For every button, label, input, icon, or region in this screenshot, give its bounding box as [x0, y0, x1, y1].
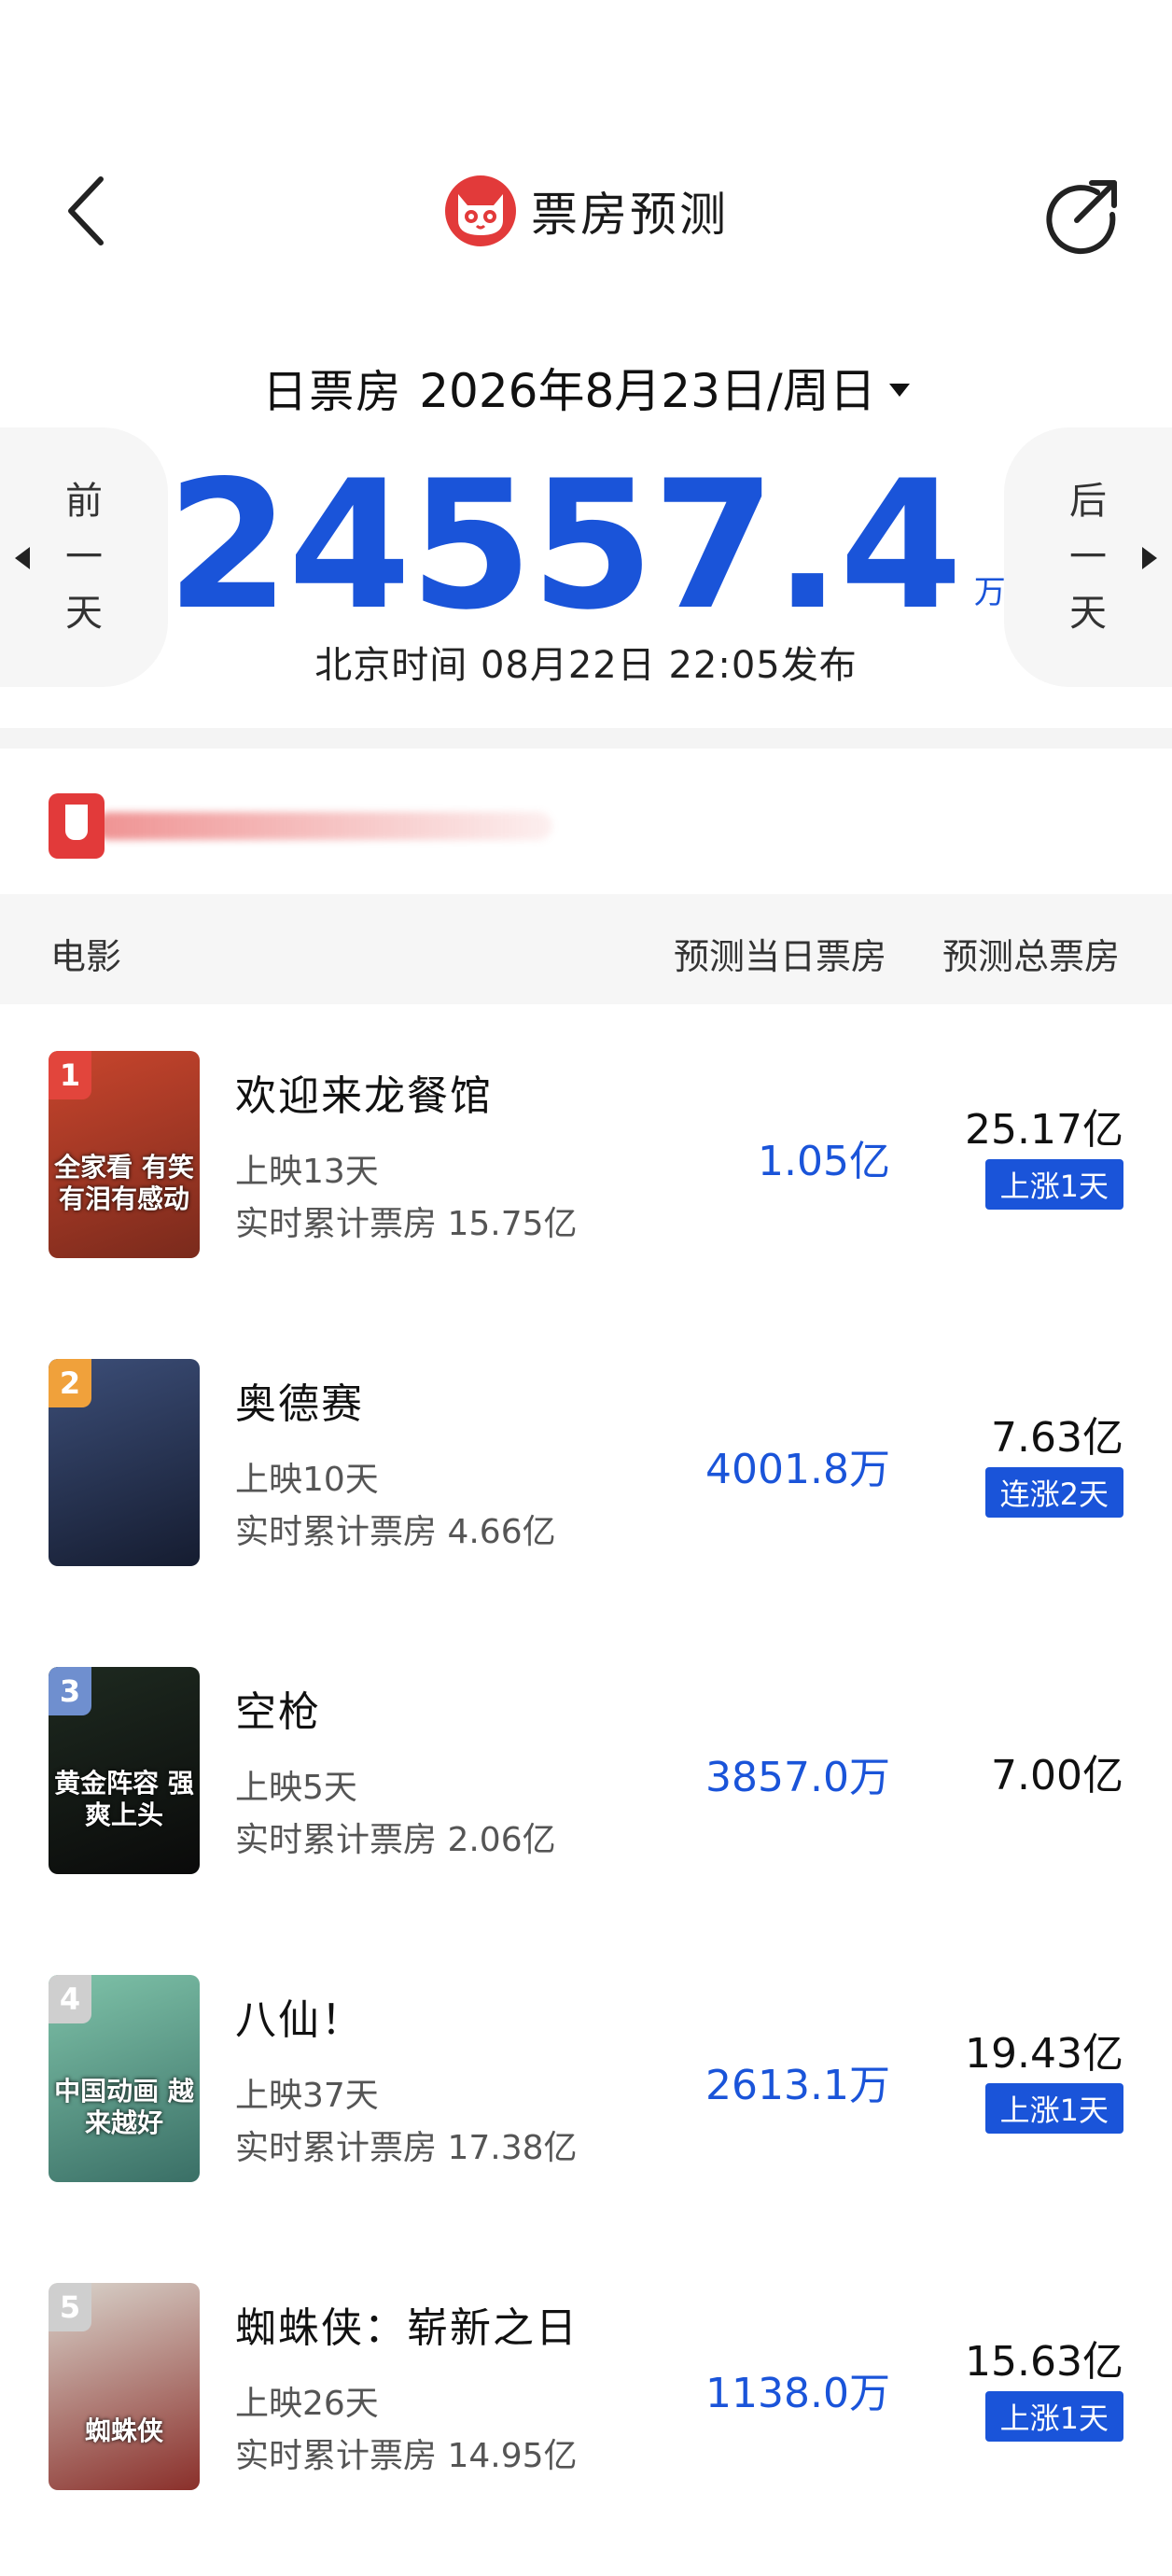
- column-header-day-forecast: 预测当日票房: [674, 936, 887, 977]
- daily-box-office-value: 24557.4: [166, 442, 962, 649]
- movie-title: 空枪: [235, 1688, 321, 1736]
- cumulative-box-office: 实时累计票房 15.75亿: [235, 1205, 578, 1243]
- movie-title: 欢迎来龙餐馆: [235, 1072, 493, 1120]
- total-forecast: 7.63亿 连涨2天: [984, 1404, 1123, 1518]
- movie-row[interactable]: 1 全家看 有笑有泪有感动 欢迎来龙餐馆 上映13天 实时累计票房 15.75亿…: [0, 1004, 1172, 1312]
- poster-caption: 中国动画 越来越好: [54, 2076, 194, 2138]
- days-in-release: 上映37天: [235, 2077, 379, 2115]
- rank-badge: 4: [49, 1975, 91, 2023]
- loading-indicator: [49, 793, 552, 859]
- daily-box-office-summary: 24557.4 万: [0, 448, 1172, 635]
- poster-caption: 蜘蛛侠: [84, 2415, 163, 2446]
- movie-row[interactable]: 5 蜘蛛侠 蜘蛛侠：崭新之日 上映26天 实时累计票房 14.95亿 1138.…: [0, 2236, 1172, 2544]
- section-divider: [0, 728, 1172, 749]
- day-forecast-value: 2613.1万: [705, 2062, 890, 2109]
- movie-title: 蜘蛛侠：崭新之日: [235, 2304, 579, 2352]
- days-in-release: 上映26天: [235, 2385, 379, 2423]
- page-title-group: 票房预测: [0, 172, 1172, 250]
- day-forecast-value: 3857.0万: [705, 1754, 890, 1801]
- trend-badge: 连涨2天: [984, 1467, 1123, 1518]
- share-button[interactable]: [1039, 174, 1123, 258]
- day-forecast-value: 1138.0万: [705, 2370, 890, 2417]
- rank-badge: 3: [49, 1667, 91, 1715]
- trend-badge: 上涨1天: [984, 2083, 1123, 2134]
- cumulative-box-office: 实时累计票房 17.38亿: [235, 2129, 578, 2167]
- daily-box-office-unit: 万: [973, 574, 1006, 611]
- page-title: 票房预测: [531, 188, 729, 242]
- total-forecast: 25.17亿 上涨1天: [965, 1096, 1123, 1210]
- column-header-total-forecast: 预测总票房: [942, 936, 1121, 977]
- maoyan-logo-icon: [445, 175, 516, 246]
- movie-poster: 2: [49, 1359, 200, 1566]
- movie-title: 八仙！: [235, 1996, 364, 2044]
- total-forecast-value: 7.00亿: [991, 1752, 1123, 1799]
- release-note: 北京时间 08月22日 22:05发布: [314, 644, 858, 687]
- movie-poster: 3 黄金阵容 强爽上头: [49, 1667, 200, 1874]
- rank-badge: 5: [49, 2283, 91, 2331]
- cumulative-box-office: 实时累计票房 2.06亿: [235, 1821, 556, 1859]
- loading-icon: [49, 793, 105, 859]
- cumulative-box-office: 实时累计票房 14.95亿: [235, 2437, 578, 2475]
- total-forecast: 19.43亿 上涨1天: [965, 2020, 1123, 2134]
- movie-row[interactable]: 2 奥德赛 上映10天 实时累计票房 4.66亿 4001.8万 7.63亿 连…: [0, 1312, 1172, 1620]
- poster-caption: 黄金阵容 强爽上头: [54, 1768, 194, 1830]
- poster-caption: 全家看 有笑有泪有感动: [54, 1152, 194, 1214]
- movie-poster: 4 中国动画 越来越好: [49, 1975, 200, 2182]
- rank-badge: 1: [49, 1051, 91, 1099]
- cumulative-box-office: 实时累计票房 4.66亿: [235, 1513, 556, 1551]
- total-forecast: 7.00亿: [991, 1742, 1123, 1801]
- share-arrow-icon: [1046, 180, 1117, 255]
- movie-row[interactable]: 4 中国动画 越来越好 八仙！ 上映37天 实时累计票房 17.38亿 2613…: [0, 1928, 1172, 2236]
- movie-poster: 5 蜘蛛侠: [49, 2283, 200, 2490]
- day-forecast-value: 4001.8万: [705, 1446, 890, 1493]
- top-nav-bar: 票房预测: [0, 149, 1172, 271]
- total-forecast: 15.63亿 上涨1天: [965, 2328, 1123, 2442]
- caret-down-icon: [888, 384, 910, 397]
- trend-badge: 上涨1天: [984, 1159, 1123, 1210]
- date-label: 日票房: [262, 366, 403, 418]
- movie-row[interactable]: 3 黄金阵容 强爽上头 空枪 上映5天 实时累计票房 2.06亿 3857.0万…: [0, 1620, 1172, 1928]
- column-header-movie: 电影: [50, 936, 122, 977]
- movie-poster: 1 全家看 有笑有泪有感动: [49, 1051, 200, 1258]
- date-value: 2026年8月23日/周日: [419, 364, 876, 418]
- total-forecast-value: 7.63亿: [991, 1414, 1123, 1462]
- date-selector[interactable]: 日票房 2026年8月23日/周日: [0, 347, 1172, 427]
- total-forecast-value: 25.17亿: [965, 1106, 1123, 1154]
- days-in-release: 上映13天: [235, 1153, 379, 1191]
- table-header: 电影 预测当日票房 预测总票房: [0, 894, 1172, 1004]
- day-forecast-value: 1.05亿: [758, 1138, 890, 1185]
- days-in-release: 上映5天: [235, 1769, 357, 1807]
- movie-title: 奥德赛: [235, 1380, 364, 1428]
- trend-badge: 上涨1天: [984, 2391, 1123, 2442]
- total-forecast-value: 15.63亿: [965, 2338, 1123, 2386]
- total-forecast-value: 19.43亿: [965, 2030, 1123, 2078]
- loading-trail: [95, 812, 552, 840]
- days-in-release: 上映10天: [235, 1461, 379, 1499]
- rank-badge: 2: [49, 1359, 91, 1407]
